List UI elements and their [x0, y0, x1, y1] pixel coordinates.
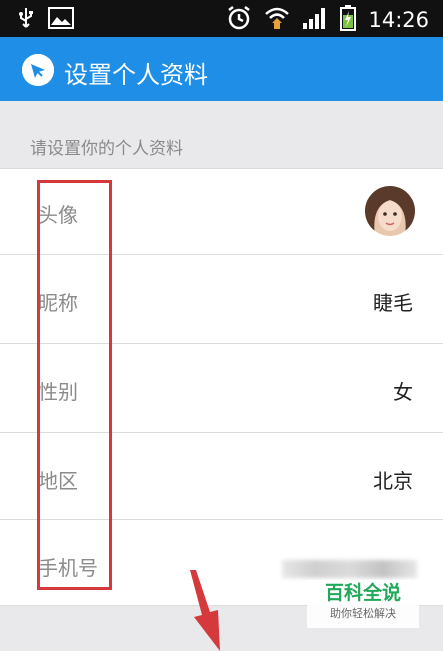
app-logo-icon[interactable] [22, 54, 54, 86]
alarm-icon [226, 5, 252, 35]
usb-icon [18, 7, 34, 33]
row-value-nickname: 睫毛 [373, 291, 413, 315]
image-icon [48, 7, 74, 33]
row-value-region: 北京 [373, 469, 413, 493]
watermark: 百科全说 助你轻松解决 [307, 580, 419, 628]
row-value-gender: 女 [393, 380, 413, 404]
status-bar: 14:26 [0, 0, 443, 37]
page-title: 设置个人资料 [64, 61, 208, 89]
arrow-icon [180, 570, 240, 651]
app-bar: 设置个人资料 [0, 37, 443, 101]
signal-icon [302, 6, 328, 34]
section-label: 请设置你的个人资料 [30, 139, 183, 159]
watermark-subtitle: 助你轻松解决 [330, 607, 396, 620]
battery-icon [340, 5, 357, 35]
status-time: 14:26 [368, 8, 429, 32]
avatar[interactable] [365, 186, 415, 236]
highlight-box [37, 180, 112, 590]
watermark-title: 百科全说 [324, 582, 401, 604]
wifi-icon [264, 5, 290, 35]
phone-value-blurred [282, 560, 417, 578]
